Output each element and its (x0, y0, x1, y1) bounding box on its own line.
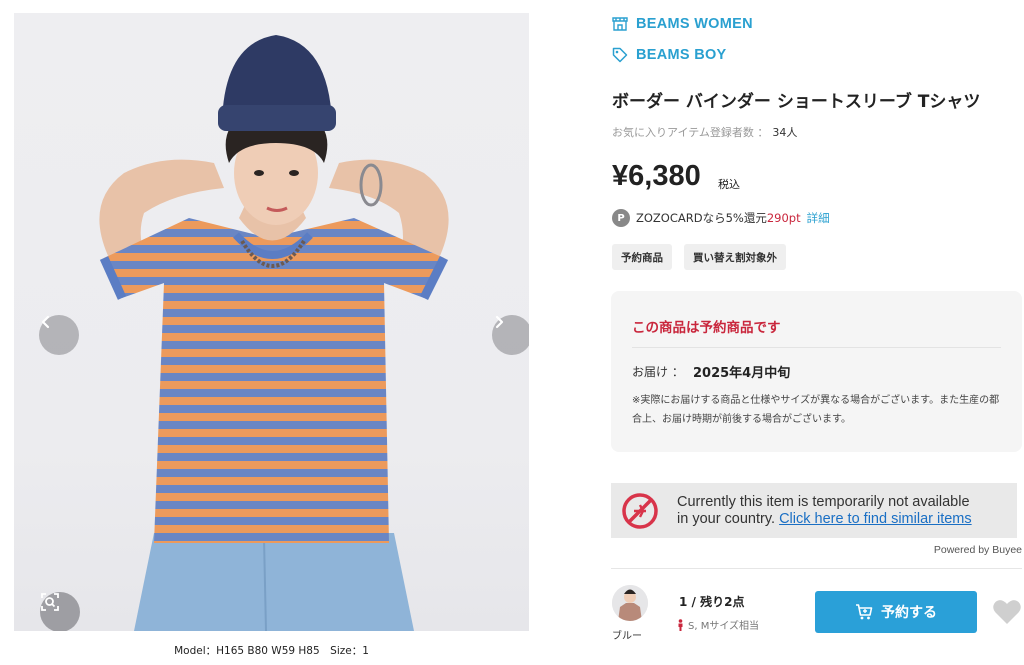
buyee-message-line2: in your country. (677, 510, 776, 527)
preorder-button-label: 予約する (881, 605, 937, 621)
buyee-message-line1: Currently this item is temporarily not a… (677, 493, 970, 510)
powered-by-buyee: Powered by Buyee (933, 544, 1022, 556)
tag-icon (612, 47, 628, 63)
store-icon (612, 17, 628, 31)
product-image-gallery[interactable] (14, 13, 529, 631)
size-info: S, Mサイズ相当 (677, 617, 759, 632)
product-price: ¥6,380 (612, 160, 701, 192)
cart-icon (856, 604, 873, 620)
no-shipping-icon (622, 492, 658, 529)
favorite-heart-icon[interactable] (992, 598, 1022, 626)
next-image-button[interactable] (492, 315, 529, 355)
tax-label: 税込 (718, 178, 740, 191)
zozocard-detail-link[interactable]: 詳細 (807, 210, 830, 226)
zozocard-text: ZOZOCARDなら5%還元 (636, 211, 767, 225)
color-name: ブルー (612, 631, 642, 642)
product-photo (99, 35, 449, 631)
brand-link-beams-women[interactable]: BEAMS WOMEN (612, 16, 753, 32)
brand-name: BEAMS WOMEN (636, 16, 753, 32)
chevron-right-icon (495, 315, 504, 329)
favorite-count-value: 34人 (772, 126, 798, 139)
buyee-unavailable-banner[interactable]: Currently this item is temporarily not a… (611, 483, 1017, 538)
delivery-date: 2025年4月中旬 (693, 366, 791, 381)
find-similar-items-link[interactable]: Click here to find similar items (779, 511, 972, 527)
color-thumbnail[interactable] (612, 585, 648, 621)
brand-link-beams-boy[interactable]: BEAMS BOY (612, 47, 727, 63)
previous-image-button[interactable] (39, 315, 79, 355)
size-label: S, Mサイズ相当 (688, 621, 760, 632)
stock-status: 1 / 残り2点 (679, 595, 745, 609)
chevron-left-icon (41, 315, 50, 329)
model-size-caption: Model：H165 B80 W59 H85 Size：1 (174, 645, 369, 657)
tag-trade-in-excluded: 買い替え割対象外 (684, 244, 786, 270)
favorite-count: お気に入りアイテム登録者数 ： 34人 (612, 124, 797, 140)
preorder-button[interactable]: 予約する (815, 591, 977, 633)
buyee-message: Currently this item is temporarily not a… (677, 494, 972, 528)
preorder-heading: この商品は予約商品です (632, 320, 781, 336)
notice-divider (632, 347, 1001, 348)
preorder-notice: この商品は予約商品です お届け ： 2025年4月中旬 ※実際にお届けする商品と… (611, 291, 1022, 452)
delivery-label: お届け ： (632, 365, 684, 379)
points-icon: P (612, 209, 630, 227)
zoom-button[interactable] (40, 592, 80, 631)
person-icon (678, 618, 683, 631)
section-divider (611, 568, 1022, 569)
zoom-icon (41, 593, 59, 611)
favorite-count-label: お気に入りアイテム登録者数 ： (612, 126, 769, 139)
brand-name: BEAMS BOY (636, 47, 727, 63)
color-thumbnail-image (612, 585, 648, 621)
product-title: ボーダー バインダー ショートスリーブ Tシャツ (612, 92, 981, 112)
tag-preorder: 予約商品 (612, 244, 672, 270)
delivery-note: ※実際にお届けする商品と仕様やサイズが異なる場合がございます。また生産の都合上、… (632, 395, 1000, 425)
zozocard-points: P ZOZOCARDなら5%還元 290pt 詳細 (612, 209, 830, 227)
zozocard-points-value: 290pt (766, 211, 801, 225)
